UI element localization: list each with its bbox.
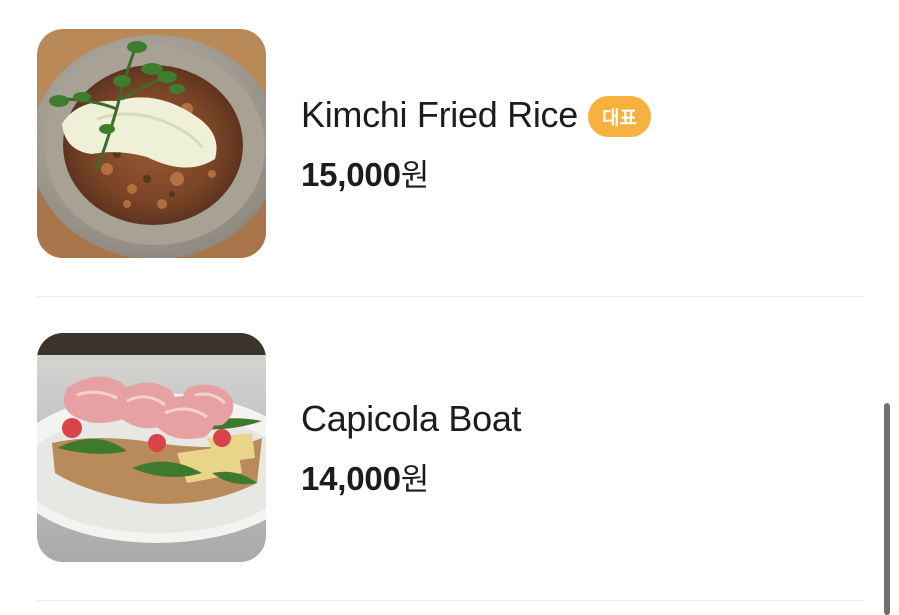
price-currency-unit: 원 [400, 158, 430, 194]
menu-item-name-row: Kimchi Fried Rice 대표 [301, 92, 651, 138]
menu-item[interactable]: Capicola Boat 14,000원 [37, 333, 863, 563]
menu-item[interactable]: Kimchi Fried Rice 대표 15,000원 [37, 29, 863, 259]
price-amount: 15,000 [301, 156, 401, 193]
kimchi-fried-rice-photo [37, 29, 266, 258]
price-amount: 14,000 [301, 460, 401, 497]
menu-item-info: Kimchi Fried Rice 대표 15,000원 [301, 29, 651, 258]
price-currency-unit: 원 [400, 462, 430, 498]
divider [37, 296, 863, 297]
menu-item-name: Kimchi Fried Rice [301, 94, 578, 135]
signature-badge: 대표 [587, 95, 651, 137]
menu-item-name: Capicola Boat [301, 398, 522, 439]
divider [37, 600, 863, 601]
menu-item-price: 14,000원 [301, 454, 521, 499]
scrollbar[interactable] [884, 403, 890, 615]
menu-item-info: Capicola Boat 14,000원 [301, 333, 522, 562]
menu-item-price: 15,000원 [301, 150, 651, 195]
capicola-boat-photo [37, 333, 266, 562]
menu-item-name-row: Capicola Boat [301, 396, 522, 442]
menu-list: Kimchi Fried Rice 대표 15,000원 Capicola Bo… [0, 0, 899, 615]
